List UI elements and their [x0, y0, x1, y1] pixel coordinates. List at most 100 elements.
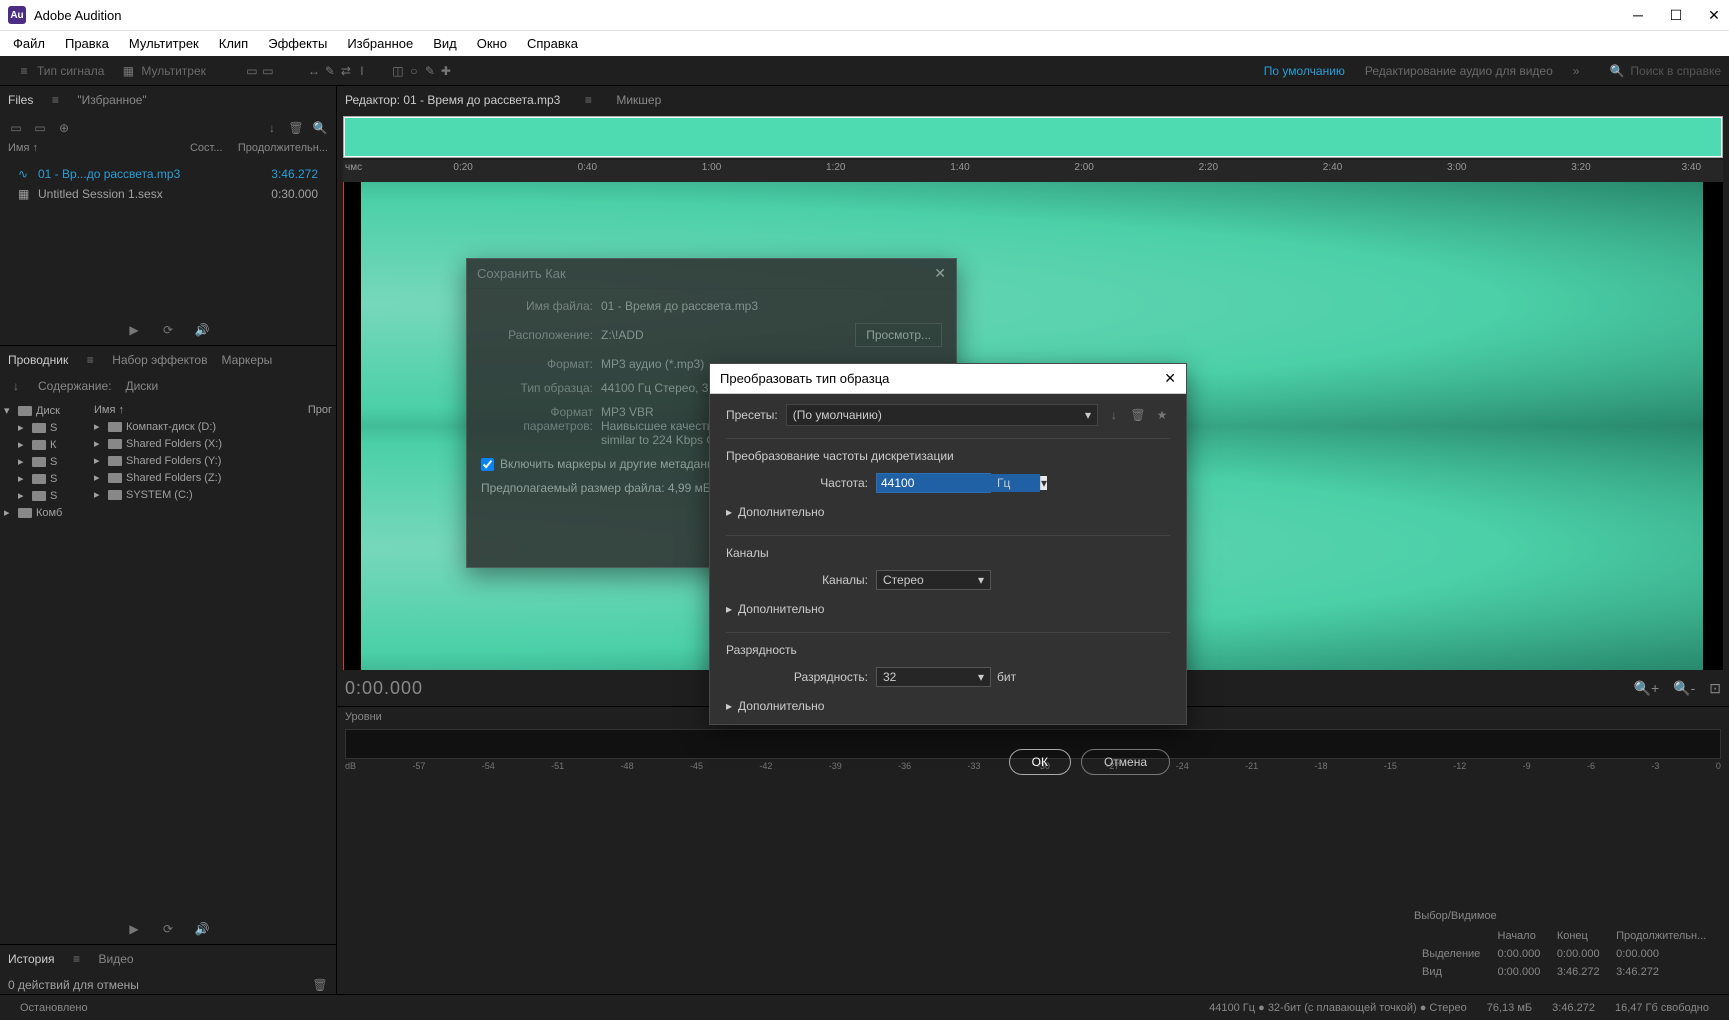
- zoom-out-icon[interactable]: 🔍-: [1673, 680, 1695, 697]
- tree-item[interactable]: ▸S: [4, 470, 86, 487]
- menu-multitrack[interactable]: Мультитрек: [120, 32, 208, 55]
- zoom-in-icon[interactable]: 🔍+: [1634, 680, 1660, 697]
- col-prog[interactable]: Прог: [308, 404, 332, 416]
- drive-row[interactable]: ▸Shared Folders (Y:): [94, 452, 332, 469]
- help-search[interactable]: 🔍Поиск в справке: [1609, 64, 1721, 78]
- file-row[interactable]: ∿ 01 - Вр...до рассвета.mp3 3:46.272: [0, 164, 336, 184]
- tree-item[interactable]: ▸К: [4, 436, 86, 453]
- tool-move-icon[interactable]: ↔: [306, 63, 322, 79]
- file-row[interactable]: ▦ Untitled Session 1.sesx 0:30.000: [0, 184, 336, 204]
- new-file-icon[interactable]: ▭: [8, 120, 24, 136]
- col-status[interactable]: Сост...: [190, 142, 238, 164]
- tool-icon-1[interactable]: ▭: [244, 63, 260, 79]
- waveform-view-button[interactable]: ≡Тип сигнала: [8, 60, 112, 82]
- cancel-button[interactable]: Отмена: [1081, 749, 1170, 775]
- mixer-tab[interactable]: Микшер: [616, 93, 661, 107]
- menu-file[interactable]: Файл: [4, 32, 54, 55]
- advanced-toggle[interactable]: ▸Дополнительно: [726, 695, 1170, 717]
- workspace-editvideo[interactable]: Редактирование аудио для видео: [1355, 61, 1563, 81]
- col-name[interactable]: Имя ↑: [94, 404, 304, 416]
- bitdepth-select[interactable]: 32▾: [876, 667, 991, 687]
- col-duration[interactable]: Продолжительн...: [238, 142, 328, 164]
- effects-tab[interactable]: Набор эффектов: [112, 349, 207, 371]
- disks-label[interactable]: Диски: [125, 379, 158, 393]
- navigation-waveform[interactable]: [343, 116, 1723, 158]
- drive-row[interactable]: ▸SYSTEM (C:): [94, 486, 332, 503]
- drive-row[interactable]: ▸Shared Folders (Z:): [94, 469, 332, 486]
- preview-play-icon[interactable]: ▶: [126, 921, 142, 937]
- markers-tab[interactable]: Маркеры: [221, 349, 272, 371]
- playhead[interactable]: [343, 182, 344, 670]
- minimize-button[interactable]: ─: [1631, 8, 1645, 22]
- workspace-more[interactable]: »: [1563, 61, 1590, 81]
- workspace-default[interactable]: По умолчанию: [1254, 61, 1355, 81]
- close-button[interactable]: ✕: [1707, 8, 1721, 22]
- favorites-tab[interactable]: "Избранное": [77, 89, 146, 111]
- tool-marquee-icon[interactable]: ◫: [390, 63, 406, 79]
- files-tab[interactable]: Files: [8, 89, 33, 111]
- menu-window[interactable]: Окно: [468, 32, 516, 55]
- preview-autoplay-icon[interactable]: 🔊: [194, 921, 210, 937]
- tool-razor-icon[interactable]: ✎: [322, 63, 338, 79]
- menu-edit[interactable]: Правка: [56, 32, 118, 55]
- col-name[interactable]: Имя ↑: [8, 142, 190, 164]
- tree-item[interactable]: ▸Комб: [4, 504, 86, 521]
- frequency-input[interactable]: [877, 474, 1040, 492]
- preview-loop-icon[interactable]: ⟳: [160, 322, 176, 338]
- menu-effects[interactable]: Эффекты: [259, 32, 336, 55]
- favorite-preset-icon[interactable]: ★: [1154, 407, 1170, 423]
- zoom-fit-icon[interactable]: ⊡: [1709, 680, 1721, 697]
- dialog-close-icon[interactable]: ✕: [1164, 370, 1176, 387]
- tool-brush-icon[interactable]: ✎: [422, 63, 438, 79]
- panel-menu-icon[interactable]: ≡: [47, 92, 63, 108]
- preset-select[interactable]: (По умолчанию)▾: [786, 404, 1098, 426]
- menu-help[interactable]: Справка: [518, 32, 587, 55]
- explorer-tab[interactable]: Проводник: [8, 349, 68, 371]
- preview-loop-icon[interactable]: ⟳: [160, 921, 176, 937]
- chevron-down-icon[interactable]: ▾: [1040, 476, 1047, 490]
- tool-slip-icon[interactable]: ⇄: [338, 63, 354, 79]
- search-files-icon[interactable]: 🔍: [312, 120, 328, 136]
- frequency-combo[interactable]: ▾: [876, 473, 991, 493]
- save-preset-icon[interactable]: ↓: [1106, 407, 1122, 423]
- ok-button[interactable]: ОК: [1009, 749, 1071, 775]
- menu-view[interactable]: Вид: [424, 32, 466, 55]
- location-field[interactable]: Z:\!ADD: [601, 328, 845, 342]
- menu-favorites[interactable]: Избранное: [338, 32, 422, 55]
- advanced-toggle[interactable]: ▸Дополнительно: [726, 501, 1170, 523]
- advanced-toggle[interactable]: ▸Дополнительно: [726, 598, 1170, 620]
- tree-root[interactable]: ▾Диск: [4, 402, 86, 419]
- trash-icon[interactable]: 🗑: [312, 977, 328, 993]
- delete-preset-icon[interactable]: 🗑: [1130, 407, 1146, 423]
- multitrack-view-button[interactable]: ▦Мультитрек: [112, 60, 213, 82]
- tree-item[interactable]: ▸S: [4, 453, 86, 470]
- insert-icon[interactable]: ↓: [264, 120, 280, 136]
- tool-lasso-icon[interactable]: ○: [406, 63, 422, 79]
- import-icon[interactable]: ⊕: [56, 120, 72, 136]
- tree-item[interactable]: ▸S: [4, 419, 86, 436]
- tool-heal-icon[interactable]: ✚: [438, 63, 454, 79]
- timecode-display[interactable]: 0:00.000: [345, 678, 423, 699]
- browse-button[interactable]: Просмотр...: [855, 323, 942, 347]
- import-drive-icon[interactable]: ↓: [8, 378, 24, 394]
- history-tab[interactable]: История: [8, 948, 55, 970]
- menu-clip[interactable]: Клип: [210, 32, 257, 55]
- tree-item[interactable]: ▸S: [4, 487, 86, 504]
- filename-field[interactable]: 01 - Время до рассвета.mp3: [601, 299, 942, 313]
- channels-select[interactable]: Стерео▾: [876, 570, 991, 590]
- dialog-close-icon[interactable]: ✕: [934, 265, 946, 282]
- drive-row[interactable]: ▸Shared Folders (X:): [94, 435, 332, 452]
- open-file-icon[interactable]: ▭: [32, 120, 48, 136]
- preview-autoplay-icon[interactable]: 🔊: [194, 322, 210, 338]
- tool-icon-2[interactable]: ▭: [260, 63, 276, 79]
- tool-time-icon[interactable]: I: [354, 63, 370, 79]
- preview-play-icon[interactable]: ▶: [126, 322, 142, 338]
- video-tab[interactable]: Видео: [99, 948, 134, 970]
- drive-row[interactable]: ▸Компакт-диск (D:): [94, 418, 332, 435]
- delete-icon[interactable]: 🗑: [288, 120, 304, 136]
- timeline-ruler[interactable]: чмс 0:20 0:40 1:00 1:20 1:40 2:00 2:20 2…: [343, 160, 1723, 182]
- editor-tab[interactable]: Редактор: 01 - Время до рассвета.mp3: [345, 93, 560, 107]
- markers-checkbox[interactable]: [481, 458, 494, 471]
- panel-menu-icon[interactable]: ≡: [82, 352, 98, 368]
- maximize-button[interactable]: ☐: [1669, 8, 1683, 22]
